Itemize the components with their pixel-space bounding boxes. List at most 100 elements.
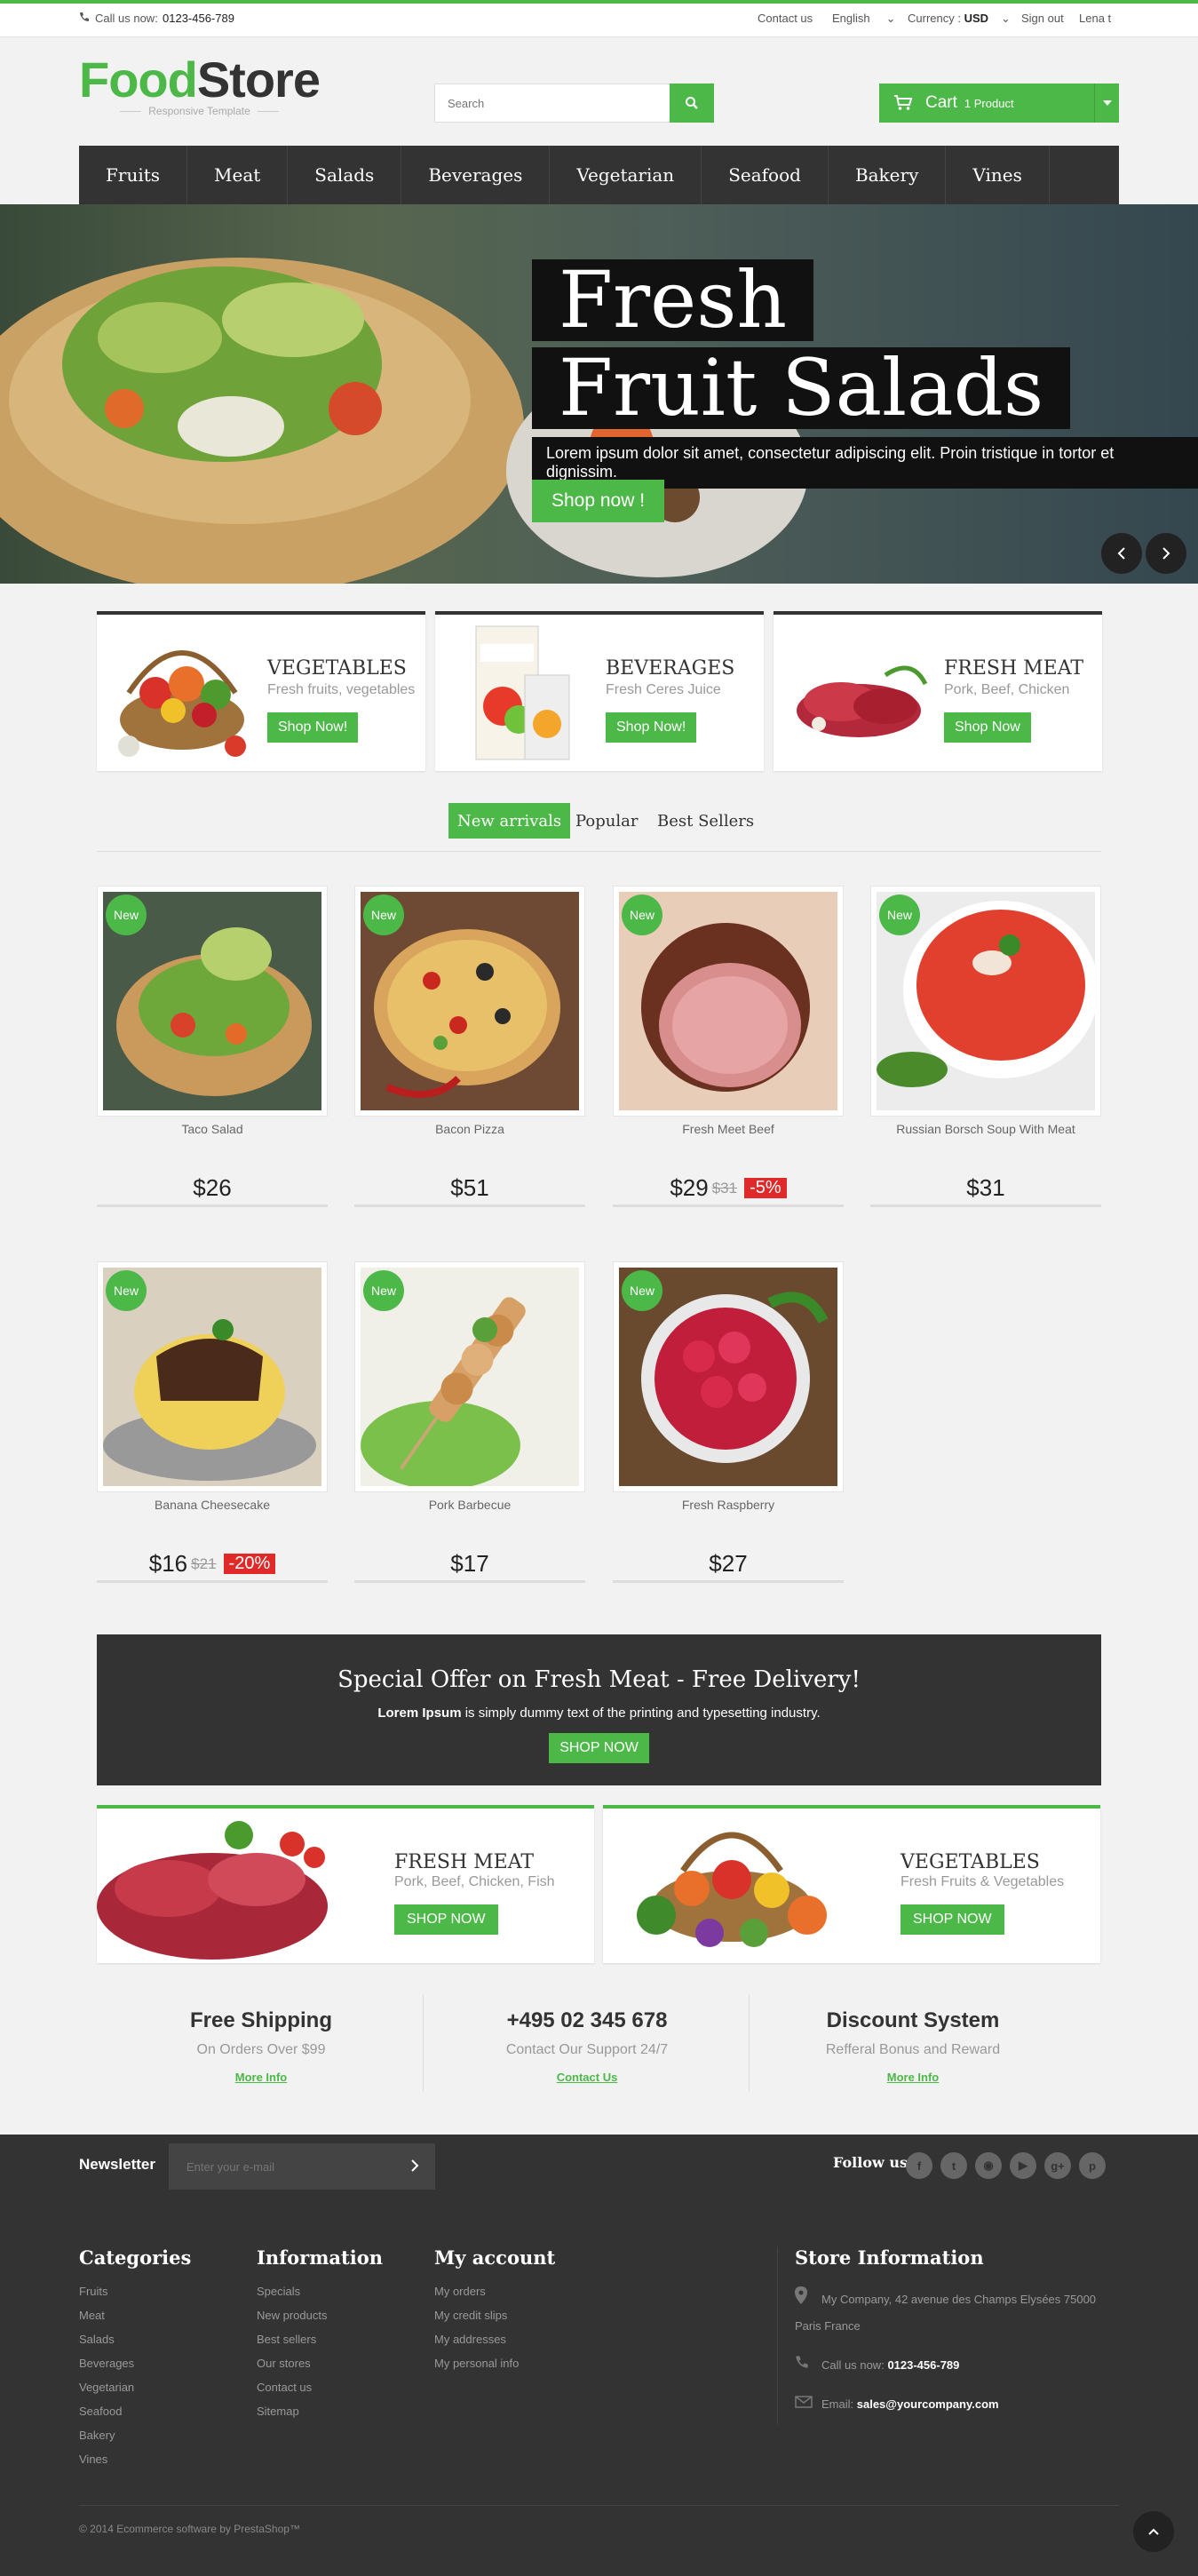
footer-link[interactable]: My addresses: [434, 2333, 555, 2346]
chevron-right-icon[interactable]: [401, 2152, 428, 2179]
banner-shop-button[interactable]: SHOP NOW: [394, 1904, 498, 1935]
nav-item-vegetarian[interactable]: Vegetarian: [550, 146, 702, 204]
info-free-shipping: Free Shipping On Orders Over $99 More In…: [97, 1994, 425, 2092]
product-card[interactable]: New Taco Salad $26: [97, 886, 328, 1216]
footer-link[interactable]: Meat: [79, 2309, 191, 2322]
chevron-left-icon[interactable]: [1101, 533, 1142, 574]
cart-button[interactable]: Cart 1 Product: [879, 83, 1119, 123]
footer-link[interactable]: Salads: [79, 2333, 191, 2346]
product-name[interactable]: Fresh Meet Beef: [613, 1122, 844, 1136]
store-phone: Call us now: 0123-456-789: [795, 2352, 1096, 2379]
product-name[interactable]: Bacon Pizza: [354, 1122, 585, 1136]
newsletter-form: [169, 2143, 435, 2190]
currency-select[interactable]: Currency : USD ⌄: [908, 12, 1011, 26]
product-card[interactable]: New Fresh Meet Beef $29 $31 -5%: [613, 886, 844, 1216]
search-input[interactable]: [435, 84, 666, 122]
scroll-to-top-icon[interactable]: [1133, 2511, 1174, 2552]
tab-new-arrivals[interactable]: New arrivals: [448, 803, 571, 839]
footer: Newsletter Follow us f t ◉ ▶ g+ p Catego…: [0, 2135, 1198, 2576]
newsletter-email-input[interactable]: [186, 2159, 400, 2174]
footer-link[interactable]: Sitemap: [257, 2405, 383, 2418]
caret-down-icon[interactable]: [1094, 83, 1119, 123]
footer-link[interactable]: Seafood: [79, 2405, 191, 2418]
cart-icon: [894, 95, 913, 110]
tab-popular[interactable]: Popular: [567, 803, 647, 839]
footer-link[interactable]: My personal info: [434, 2357, 555, 2370]
language-select[interactable]: English ⌄: [832, 12, 896, 26]
nav-item-beverages[interactable]: Beverages: [401, 146, 551, 204]
nav-item-meat[interactable]: Meat: [187, 146, 289, 204]
footer-heading: My account: [434, 2246, 556, 2269]
user-link[interactable]: Lena t: [1079, 12, 1111, 25]
product-card[interactable]: New Pork Barbecue $17: [354, 1261, 585, 1592]
pinterest-icon[interactable]: p: [1079, 2152, 1106, 2179]
hero-title-line2: Fruit Salads: [532, 347, 1071, 429]
banner-shop-button[interactable]: Shop Now!: [606, 712, 697, 743]
product-price-row: $17: [354, 1547, 585, 1583]
footer-link[interactable]: Bakery: [79, 2429, 191, 2442]
product-card[interactable]: New Fresh Raspberry $27: [613, 1261, 844, 1592]
tab-best-sellers[interactable]: Best Sellers: [648, 803, 763, 839]
footer-link[interactable]: Beverages: [79, 2357, 191, 2370]
product-price-row: $31: [870, 1172, 1101, 1207]
hero-title-line1: Fresh: [532, 259, 814, 341]
footer-link[interactable]: Fruits: [79, 2285, 191, 2298]
nav-item-vines[interactable]: Vines: [946, 146, 1050, 204]
banner-shop-button[interactable]: Shop Now: [944, 712, 1031, 743]
product-card[interactable]: New Bacon Pizza $51: [354, 886, 585, 1216]
product-card[interactable]: New Banana Cheesecake $16 $21 -20%: [97, 1261, 328, 1592]
product-price: $17: [450, 1550, 489, 1577]
product-price: $51: [450, 1174, 489, 1201]
offer-body: is simply dummy text of the printing and…: [461, 1705, 821, 1721]
phone-icon: [79, 12, 90, 25]
footer-link[interactable]: New products: [257, 2309, 383, 2322]
store-email: Email: sales@yourcompany.com: [795, 2391, 1096, 2418]
chevron-right-icon[interactable]: [1146, 533, 1186, 574]
offer-shop-button[interactable]: SHOP NOW: [549, 1733, 649, 1763]
nav-item-seafood[interactable]: Seafood: [702, 146, 829, 204]
product-card[interactable]: New Russian Borsch Soup With Meat $31: [870, 886, 1101, 1216]
info-link[interactable]: More Info: [749, 2071, 1077, 2084]
info-link[interactable]: Contact Us: [423, 2071, 751, 2084]
product-name[interactable]: Pork Barbecue: [354, 1498, 585, 1512]
new-badge: New: [106, 1270, 147, 1311]
footer-link[interactable]: Best sellers: [257, 2333, 383, 2346]
footer-link[interactable]: My orders: [434, 2285, 555, 2298]
footer-link[interactable]: Vines: [79, 2453, 191, 2466]
footer-link[interactable]: Our stores: [257, 2357, 383, 2370]
product-tabs: New arrivals Popular Best Sellers: [97, 803, 1101, 852]
product-price-row: $27: [613, 1547, 844, 1583]
store-phone-number: 0123-456-789: [887, 2358, 960, 2372]
nav-item-bakery[interactable]: Bakery: [829, 146, 947, 204]
main-nav: Fruits Meat Salads Beverages Vegetarian …: [79, 146, 1119, 204]
hero-shop-button[interactable]: Shop now !: [532, 480, 665, 522]
google-plus-icon[interactable]: g+: [1044, 2152, 1071, 2179]
footer-link[interactable]: Contact us: [257, 2381, 383, 2394]
product-name[interactable]: Russian Borsch Soup With Meat: [870, 1122, 1101, 1136]
contact-link[interactable]: Contact us: [758, 12, 813, 25]
search-button[interactable]: [670, 83, 714, 123]
facebook-icon[interactable]: f: [906, 2152, 932, 2179]
footer-link[interactable]: Specials: [257, 2285, 383, 2298]
youtube-icon[interactable]: ▶: [1010, 2152, 1036, 2179]
store-address-line2: Paris France: [795, 2319, 861, 2333]
nav-item-fruits[interactable]: Fruits: [79, 146, 188, 204]
banner-shop-button[interactable]: SHOP NOW: [900, 1904, 1004, 1935]
product-name[interactable]: Fresh Raspberry: [613, 1498, 844, 1512]
info-link[interactable]: More Info: [97, 2071, 425, 2084]
divider: [79, 2505, 1119, 2506]
twitter-icon[interactable]: t: [940, 2152, 967, 2179]
chevron-down-icon: ⌄: [1001, 12, 1011, 25]
product-name[interactable]: Taco Salad: [97, 1122, 328, 1136]
product-name[interactable]: Banana Cheesecake: [97, 1498, 328, 1512]
store-email-address[interactable]: sales@yourcompany.com: [857, 2397, 999, 2411]
signout-link[interactable]: Sign out: [1021, 12, 1064, 25]
rss-icon[interactable]: ◉: [975, 2152, 1002, 2179]
banner-shop-button[interactable]: Shop Now!: [267, 712, 359, 743]
footer-link[interactable]: Vegetarian: [79, 2381, 191, 2394]
logo[interactable]: FoodStore Responsive Template: [79, 53, 321, 118]
store-address: My Company, 42 avenue des Champs Elysées…: [795, 2286, 1096, 2340]
offer-bold: Lorem Ipsum: [377, 1705, 462, 1721]
nav-item-salads[interactable]: Salads: [288, 146, 402, 204]
footer-link[interactable]: My credit slips: [434, 2309, 555, 2322]
